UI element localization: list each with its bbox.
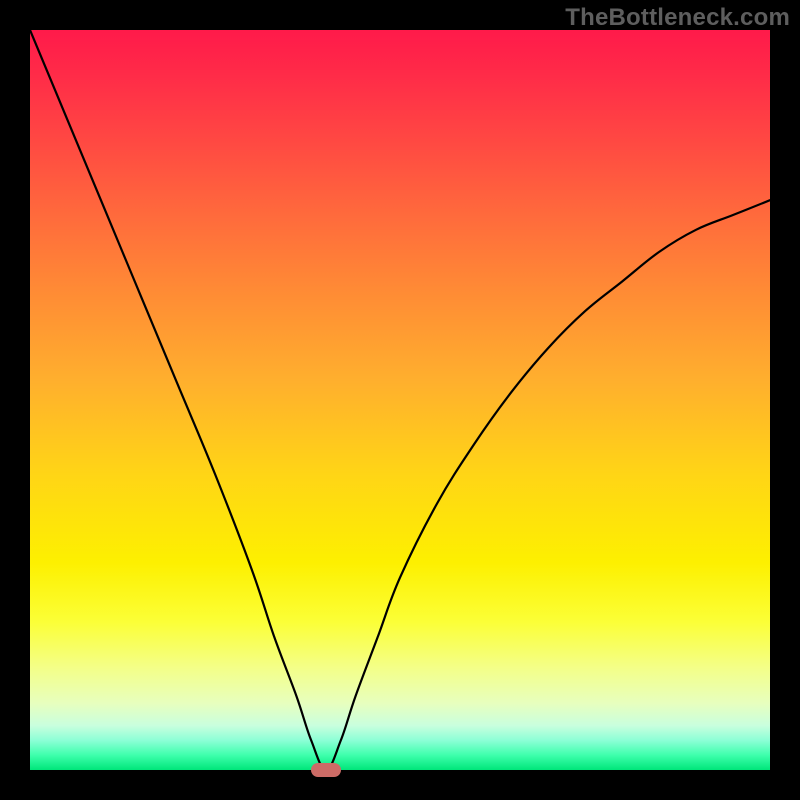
plot-area [30, 30, 770, 770]
watermark-text: TheBottleneck.com [565, 4, 790, 32]
minimum-marker [311, 763, 341, 777]
bottleneck-curve [30, 30, 770, 770]
chart-frame: TheBottleneck.com [0, 0, 800, 800]
